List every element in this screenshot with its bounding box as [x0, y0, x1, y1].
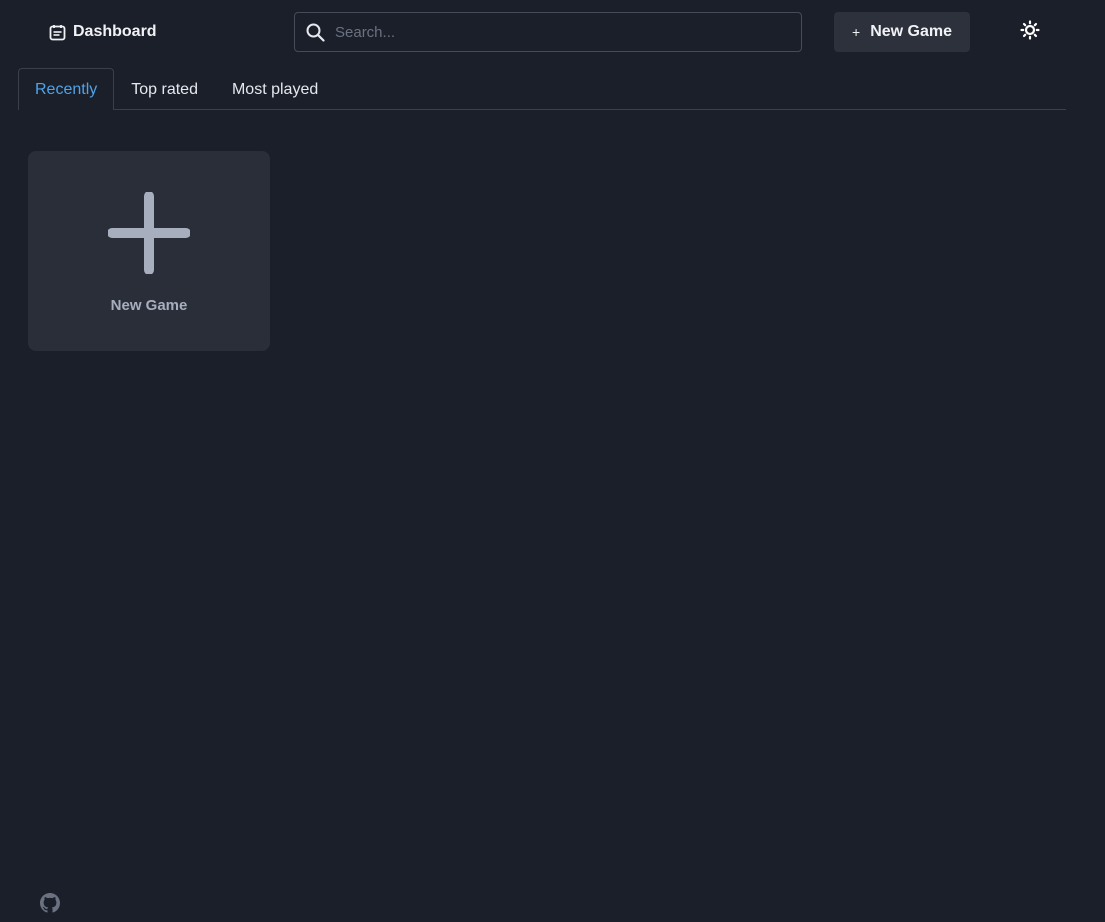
plus-icon: + [852, 24, 861, 40]
dashboard-label: Dashboard [73, 23, 157, 40]
tab-recently[interactable]: Recently [18, 68, 115, 110]
new-game-card-label: New Game [110, 297, 188, 314]
tab-top-rated[interactable]: Top rated [114, 68, 215, 110]
tab-most-played[interactable]: Most played [215, 68, 335, 110]
new-game-button[interactable]: + New Game [834, 12, 970, 52]
tab-bar: Recently Top rated Most played [18, 68, 1066, 110]
search-icon [306, 23, 325, 47]
new-game-card[interactable]: New Game [28, 151, 270, 351]
plus-icon [107, 191, 191, 279]
clipboard-icon [49, 24, 66, 41]
dashboard-link[interactable]: Dashboard [49, 21, 157, 43]
page: Dashboard + New Game [0, 0, 1105, 922]
search-input[interactable] [295, 13, 801, 51]
sun-icon [1020, 19, 1040, 45]
search-box [294, 12, 802, 52]
new-game-button-label: New Game [870, 23, 952, 40]
github-link[interactable] [40, 893, 60, 913]
theme-toggle[interactable] [1018, 19, 1042, 45]
github-icon [40, 893, 60, 917]
